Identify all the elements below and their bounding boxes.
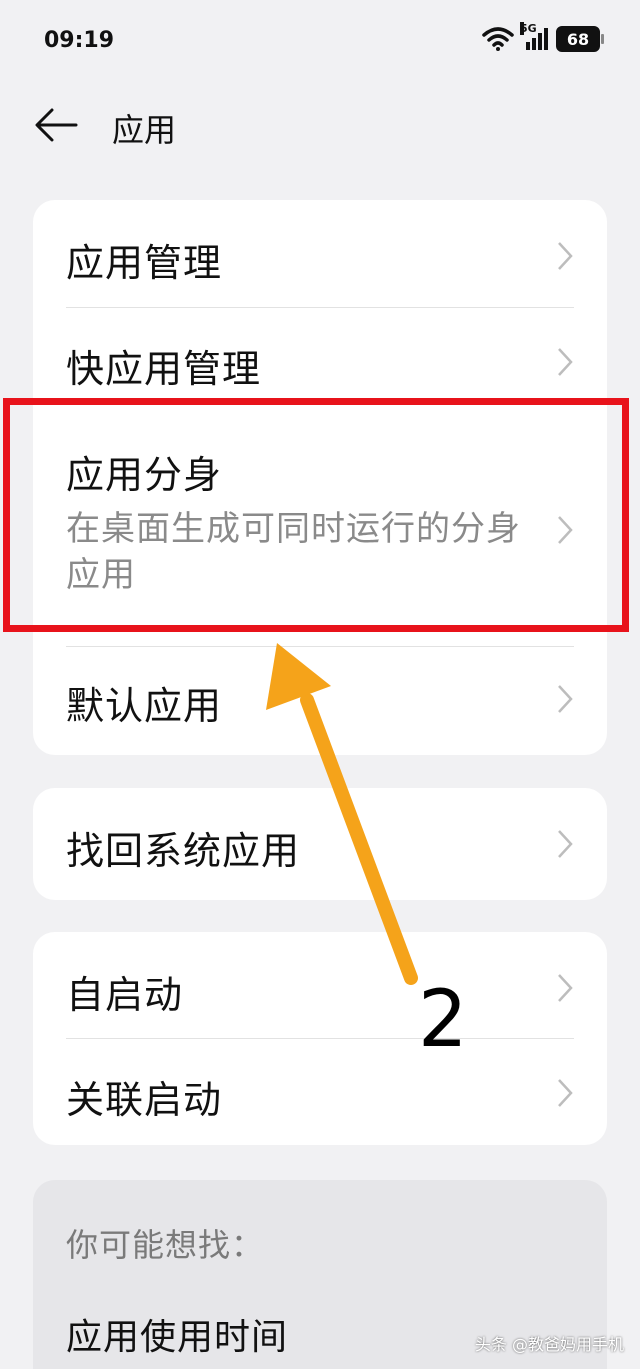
- clock: 09:19: [44, 28, 115, 53]
- menu-item-auto-start[interactable]: 自启动: [33, 932, 607, 1038]
- menu-item-label: 应用管理: [66, 241, 223, 285]
- status-bar: 09:19 5G 68: [0, 0, 640, 80]
- watermark: 头条 @教爸妈用手机: [474, 1335, 624, 1354]
- menu-item-label: 找回系统应用: [66, 829, 301, 873]
- app-bar: 应用: [0, 95, 640, 155]
- menu-item-default-apps[interactable]: 默认应用: [33, 647, 607, 755]
- back-arrow-icon: [35, 108, 78, 142]
- settings-card-recover: 找回系统应用: [33, 788, 607, 900]
- cellular-signal-icon: 5G: [520, 22, 548, 50]
- network-type: 5G: [520, 22, 537, 35]
- menu-item-label: 关联启动: [66, 1078, 223, 1122]
- highlight-box: [3, 398, 629, 632]
- menu-item-label: 自启动: [66, 973, 184, 1017]
- menu-item-label: 默认应用: [66, 684, 223, 728]
- chevron-right-icon: [558, 1079, 573, 1107]
- menu-item-label: 快应用管理: [66, 347, 262, 391]
- menu-item-app-management[interactable]: 应用管理: [33, 200, 607, 307]
- chevron-right-icon: [558, 974, 573, 1002]
- status-icons: 5G 68: [482, 22, 604, 52]
- menu-item-associated-start[interactable]: 关联启动: [33, 1039, 607, 1145]
- chevron-right-icon: [558, 348, 573, 376]
- step-number: 2: [418, 975, 468, 1065]
- battery-icon: 68: [556, 26, 604, 52]
- menu-item-recover-system-apps[interactable]: 找回系统应用: [33, 788, 607, 900]
- wifi-icon: [482, 27, 514, 51]
- suggestion-item[interactable]: 应用使用时间: [66, 1308, 288, 1360]
- chevron-right-icon: [558, 242, 573, 270]
- suggestions-title: 你可能想找：: [66, 1226, 265, 1264]
- page-title: 应用: [112, 111, 177, 149]
- chevron-right-icon: [558, 685, 573, 713]
- settings-card-startup: 自启动 关联启动: [33, 932, 607, 1145]
- back-button[interactable]: [34, 105, 78, 145]
- chevron-right-icon: [558, 830, 573, 858]
